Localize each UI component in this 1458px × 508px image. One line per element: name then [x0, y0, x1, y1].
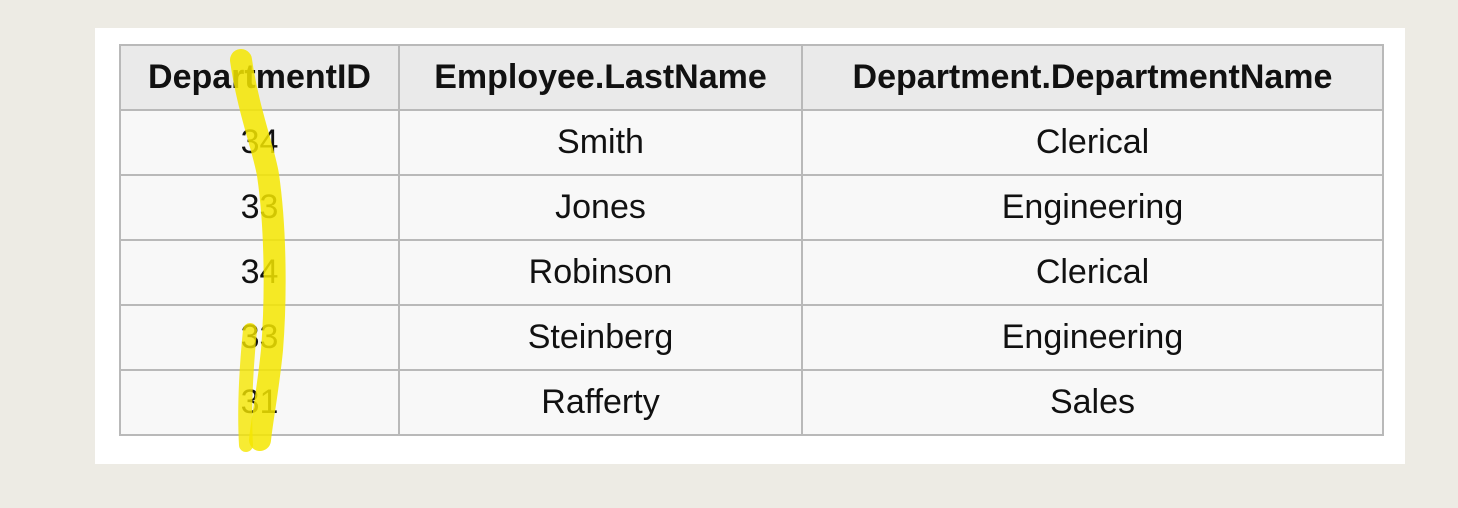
cell-last-name: Robinson: [398, 239, 803, 306]
cell-department-id: 34: [119, 109, 400, 176]
column-header-department-name: Department.DepartmentName: [801, 44, 1384, 111]
cell-department-name: Engineering: [801, 304, 1384, 371]
join-result-table: DepartmentID Employee.LastName Departmen…: [119, 44, 1384, 436]
cell-department-id: 33: [119, 304, 400, 371]
cell-department-id: 31: [119, 369, 400, 436]
column-header-department-id: DepartmentID: [119, 44, 400, 111]
table-row: 34 Robinson Clerical: [119, 239, 1384, 306]
table-header-row: DepartmentID Employee.LastName Departmen…: [119, 44, 1384, 111]
cell-department-name: Clerical: [801, 239, 1384, 306]
table-card: DepartmentID Employee.LastName Departmen…: [95, 28, 1405, 464]
table-row: 31 Rafferty Sales: [119, 369, 1384, 436]
cell-department-id: 34: [119, 239, 400, 306]
cell-last-name: Jones: [398, 174, 803, 241]
table-row: 33 Jones Engineering: [119, 174, 1384, 241]
column-header-employee-lastname: Employee.LastName: [398, 44, 803, 111]
cell-department-name: Clerical: [801, 109, 1384, 176]
table-row: 33 Steinberg Engineering: [119, 304, 1384, 371]
cell-last-name: Smith: [398, 109, 803, 176]
table-row: 34 Smith Clerical: [119, 109, 1384, 176]
cell-department-name: Sales: [801, 369, 1384, 436]
cell-department-id: 33: [119, 174, 400, 241]
cell-department-name: Engineering: [801, 174, 1384, 241]
cell-last-name: Rafferty: [398, 369, 803, 436]
cell-last-name: Steinberg: [398, 304, 803, 371]
